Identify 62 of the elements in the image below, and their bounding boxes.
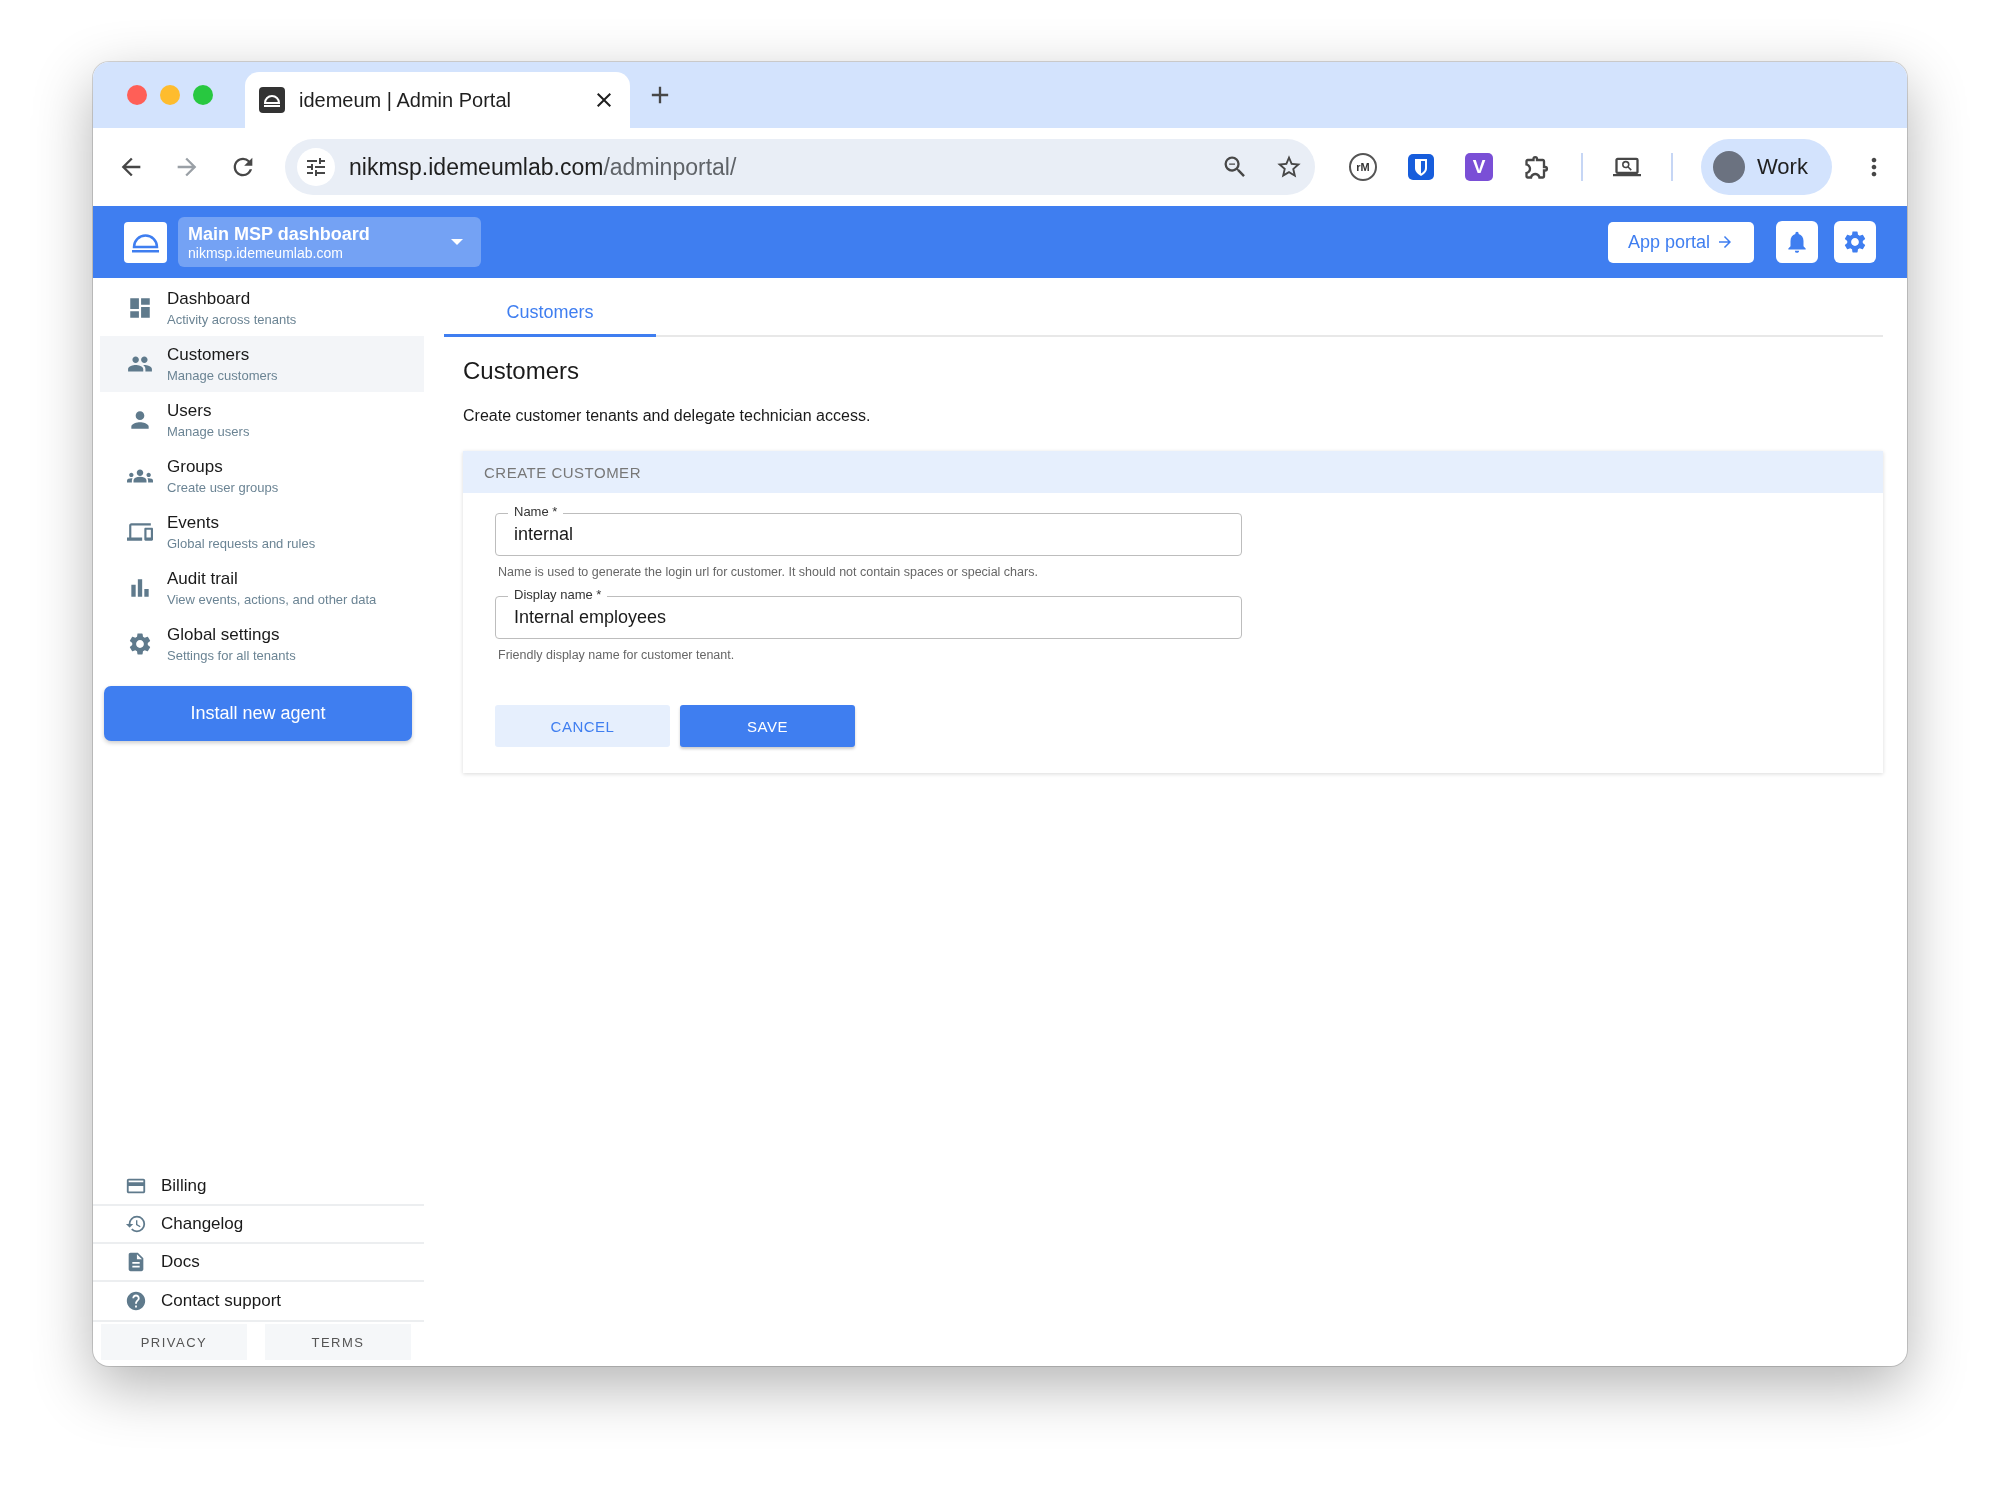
sidebar-item[interactable]: Groups Create user groups (100, 448, 424, 504)
history-icon (125, 1213, 147, 1235)
sidebar-item-subtitle: Global requests and rules (167, 536, 316, 551)
puzzle-icon[interactable] (1523, 153, 1551, 181)
caret-icon (451, 239, 463, 245)
save-button[interactable]: SAVE (680, 705, 855, 747)
footer-link[interactable]: Billing (93, 1168, 424, 1206)
logo-icon (124, 221, 167, 263)
install-agent-button[interactable]: Install new agent (104, 686, 412, 741)
footer-link[interactable]: Contact support (93, 1282, 424, 1320)
sidebar-item-subtitle: Manage users (167, 424, 250, 439)
address-bar[interactable]: nikmsp.idemeumlab.com/adminportal/ (285, 139, 1315, 195)
sidebar-item-title: Global settings (167, 625, 281, 645)
extension-icon[interactable]: rM (1349, 153, 1377, 181)
settings-icon (1842, 229, 1868, 255)
footer-link[interactable]: Docs (93, 1244, 424, 1282)
settings-icon (127, 631, 153, 657)
legal-button[interactable]: TERMS (265, 1324, 411, 1360)
extension-icon[interactable]: V (1465, 153, 1493, 181)
sidebar-item-title: Events (167, 513, 220, 533)
sidebar-item[interactable]: Global settings Settings for all tenants (100, 616, 424, 672)
site-settings-icon[interactable] (297, 148, 335, 186)
sidebar-item-title: Groups (167, 457, 224, 477)
workspace-domain: nikmsp.idemeumlab.com (188, 244, 344, 261)
sidebar-item-title: Customers (167, 345, 251, 365)
helper-text: Friendly display name for customer tenant. (498, 648, 736, 662)
avatar-icon (1713, 151, 1745, 183)
sidebar-item-title: Dashboard (167, 289, 252, 309)
notifications-button[interactable] (1776, 221, 1818, 263)
dashboard-icon (127, 295, 153, 321)
sidebar-item-subtitle: Create user groups (167, 480, 279, 495)
card-header: CREATE CUSTOMER (463, 451, 1883, 493)
sidebar-item-title: Users (167, 401, 213, 421)
site-logo-icon (259, 87, 285, 113)
sidebar-item[interactable]: Audit trail View events, actions, and other data (100, 560, 424, 616)
sidebar-item[interactable]: Users Manage users (100, 392, 424, 448)
footer-link[interactable]: Changelog (93, 1206, 424, 1244)
helper-text: Name is used to generate the login url for customer. It should not contain spaces or special chars. (498, 565, 1039, 579)
sidebar-item-subtitle: View events, actions, and other data (167, 592, 377, 607)
browser-tab[interactable]: idemeum | Admin Portal (245, 72, 630, 128)
sidebar-item[interactable]: Dashboard Activity across tenants (100, 280, 424, 336)
sidebar-item-title: Audit trail (167, 569, 239, 589)
page-tab[interactable]: Customers (444, 290, 656, 337)
help-icon (125, 1290, 147, 1312)
sidebar-item-subtitle: Manage customers (167, 368, 278, 383)
settings-button[interactable] (1834, 221, 1876, 263)
workspace-title: Main MSP dashboard (188, 223, 371, 245)
input-field[interactable]: Display name * Internal employees (495, 587, 1242, 639)
page-heading: Customers (463, 357, 581, 385)
sidebar-item[interactable]: Events Global requests and rules (100, 504, 424, 560)
tab-title: idemeum | Admin Portal (299, 88, 512, 112)
page-description: Create customer tenants and delegate technician access. (463, 407, 872, 425)
legal-button[interactable]: PRIVACY (101, 1324, 247, 1360)
url-text: nikmsp.idemeumlab.com/adminportal/ (349, 153, 738, 181)
shield-icon[interactable] (1407, 153, 1435, 181)
sidebar-item[interactable]: Customers Manage customers (100, 336, 424, 392)
input-field[interactable]: Name * internal (495, 504, 1242, 556)
sidebar-item-subtitle: Settings for all tenants (167, 648, 296, 663)
profile-button[interactable]: Work (1701, 139, 1832, 195)
app-portal-button[interactable]: App portal (1608, 221, 1754, 263)
field-label: Display name * (508, 587, 608, 603)
sidebar-item-subtitle: Activity across tenants (167, 312, 297, 327)
